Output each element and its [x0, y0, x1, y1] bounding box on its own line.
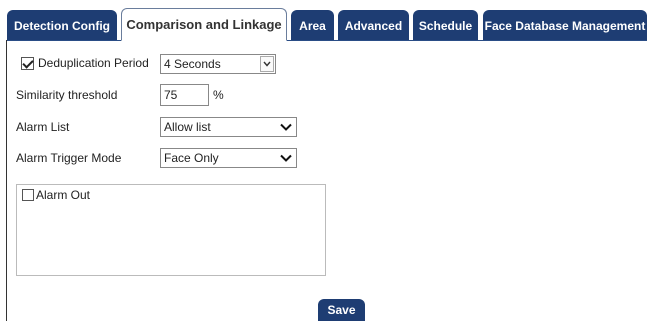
alarm-list-value: Allow list: [164, 120, 211, 134]
similarity-threshold-input[interactable]: 75: [160, 84, 209, 106]
dedup-period-checkbox[interactable]: [21, 57, 34, 70]
dedup-period-select[interactable]: 4 Seconds: [160, 54, 276, 74]
alarm-out-label: Alarm Out: [36, 188, 91, 202]
tab-face-database-management[interactable]: Face Database Management: [483, 10, 647, 41]
alarm-list-select[interactable]: Allow list: [160, 117, 297, 137]
alarm-out-panel: Alarm Out: [16, 184, 326, 276]
face-comparison-settings-page: Detection Config Comparison and Linkage …: [0, 0, 647, 321]
tab-bar: Detection Config Comparison and Linkage …: [0, 0, 647, 41]
save-button[interactable]: Save: [318, 299, 365, 321]
left-border-line: [6, 40, 7, 321]
alarm-trigger-mode-select[interactable]: Face Only: [160, 148, 297, 168]
chevron-down-icon: [260, 56, 274, 72]
tab-baseline-divider: [6, 40, 647, 41]
tab-comparison-and-linkage[interactable]: Comparison and Linkage: [121, 8, 287, 41]
tab-advanced[interactable]: Advanced: [338, 10, 409, 41]
alarm-list-label: Alarm List: [16, 120, 70, 134]
alarm-trigger-mode-value: Face Only: [164, 151, 219, 165]
dedup-period-label: Deduplication Period: [38, 56, 149, 70]
chevron-down-icon: [280, 118, 292, 136]
similarity-threshold-label: Similarity threshold: [16, 88, 118, 102]
chevron-down-icon: [280, 149, 292, 167]
dedup-period-value: 4 Seconds: [164, 57, 221, 71]
tab-detection-config[interactable]: Detection Config: [7, 10, 117, 41]
alarm-trigger-mode-label: Alarm Trigger Mode: [16, 151, 122, 165]
tab-area[interactable]: Area: [291, 10, 334, 41]
similarity-unit-label: %: [213, 88, 224, 102]
tab-schedule[interactable]: Schedule: [413, 10, 478, 41]
similarity-threshold-value: 75: [164, 88, 178, 102]
alarm-out-checkbox[interactable]: [22, 189, 34, 201]
